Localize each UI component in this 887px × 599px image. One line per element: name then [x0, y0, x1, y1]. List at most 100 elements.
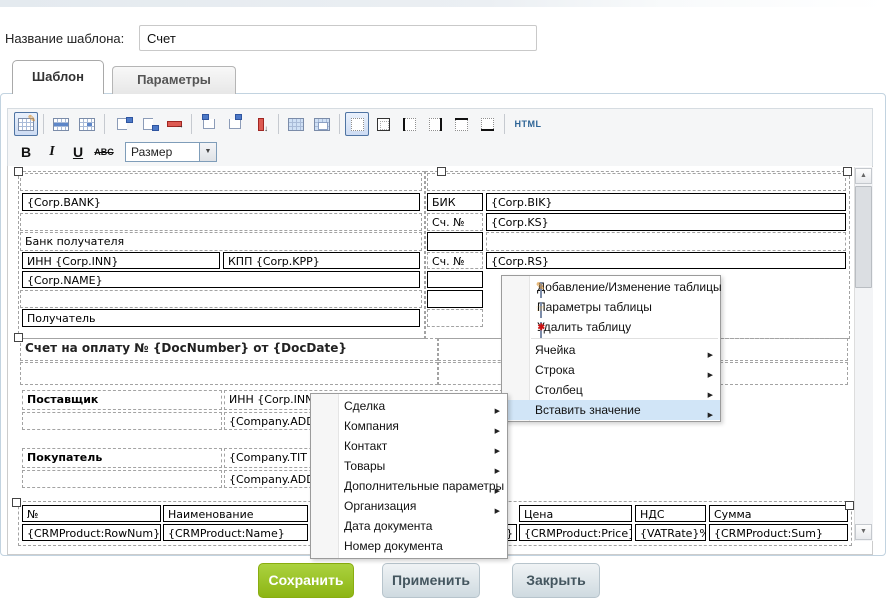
menu-item-additional-params[interactable]: Дополнительные параметры ▶: [311, 476, 507, 496]
menu-item-organization[interactable]: Организация ▶: [311, 496, 507, 516]
borders-outer-button[interactable]: [371, 112, 395, 136]
rs-label-cell[interactable]: Сч. №: [427, 252, 483, 269]
menu-item-label: Вставить значение: [535, 403, 641, 417]
inn-cell[interactable]: ИНН {Corp.INN}: [22, 252, 220, 269]
tab-template[interactable]: Шаблон: [12, 60, 104, 94]
menu-item-delete-table[interactable]: ✱ Удалить таблицу: [502, 317, 720, 337]
product-price-cell[interactable]: {CRMProduct:Price}: [519, 524, 632, 541]
font-size-select[interactable]: Размер ▼: [125, 142, 217, 162]
menu-item-company[interactable]: Компания ▶: [311, 416, 507, 436]
resize-handle[interactable]: [14, 333, 23, 342]
product-sum-cell[interactable]: {CRMProduct:Sum}: [709, 524, 848, 541]
menu-item-table-properties[interactable]: ☞ Параметры таблицы: [502, 297, 720, 317]
row-properties-icon: [53, 118, 69, 131]
col-vat-header-cell[interactable]: НДС: [635, 505, 706, 522]
scroll-up-icon[interactable]: ▲: [855, 168, 872, 184]
empty-cell[interactable]: [20, 290, 422, 308]
invoice-title-cell[interactable]: Счет на оплату № {DocNumber} от {DocDate…: [25, 341, 347, 355]
corp-bik-cell[interactable]: {Corp.BIK}: [486, 193, 846, 211]
border-top-button[interactable]: [449, 112, 473, 136]
table-row-properties-button[interactable]: [49, 112, 73, 136]
buyer-label-cell[interactable]: Покупатель: [22, 448, 222, 468]
insert-edit-table-button[interactable]: ✎: [14, 112, 38, 136]
table-cell-properties-button[interactable]: [75, 112, 99, 136]
corp-name-cell[interactable]: {Corp.NAME}: [22, 271, 420, 288]
empty-cell[interactable]: [20, 362, 438, 385]
col-sum-header-cell[interactable]: Сумма: [709, 505, 848, 522]
resize-handle[interactable]: [845, 501, 854, 510]
empty-cell[interactable]: [20, 173, 422, 191]
empty-cell[interactable]: [427, 290, 483, 308]
menu-item-add-edit-table[interactable]: ✎ Добавление/Изменение таблицы: [502, 277, 720, 297]
save-button[interactable]: Сохранить: [258, 563, 354, 598]
cell-properties-icon: [79, 118, 95, 131]
supplier-label-cell[interactable]: Поставщик: [22, 390, 222, 410]
html-source-button[interactable]: HTML: [510, 112, 546, 136]
menu-item-row[interactable]: Строка ▶: [502, 360, 720, 380]
bank-recipient-cell[interactable]: Банк получателя: [20, 232, 422, 251]
strikethrough-button[interactable]: ABC: [92, 140, 116, 164]
col-name-header-cell[interactable]: Наименование: [163, 505, 308, 522]
borders-none-button[interactable]: [345, 112, 369, 136]
insert-column-after-button[interactable]: [223, 112, 247, 136]
product-vat-cell[interactable]: {VATRate}%: [635, 524, 706, 541]
insert-column-before-button[interactable]: [197, 112, 221, 136]
menu-item-contact[interactable]: Контакт ▶: [311, 436, 507, 456]
menu-item-insert-value[interactable]: Вставить значение ▶: [502, 400, 720, 420]
resize-handle[interactable]: [437, 167, 446, 176]
submenu-arrow-icon: ▶: [708, 406, 713, 426]
menu-item-column[interactable]: Столбец ▶: [502, 380, 720, 400]
corp-rs-cell[interactable]: {Corp.RS}: [486, 252, 846, 269]
border-bottom-button[interactable]: [475, 112, 499, 136]
merge-cells-icon: [314, 118, 330, 131]
apply-button[interactable]: Применить: [382, 563, 480, 598]
col-num-header-cell[interactable]: №: [22, 505, 161, 522]
template-name-input[interactable]: [139, 25, 537, 51]
border-right-button[interactable]: [423, 112, 447, 136]
ks-label-cell[interactable]: Сч. №: [427, 213, 483, 231]
product-name-cell[interactable]: {CRMProduct:Name}: [163, 524, 308, 541]
recipient-cell[interactable]: Получатель: [22, 309, 420, 327]
empty-cell[interactable]: [22, 470, 222, 488]
tab-parameters[interactable]: Параметры: [112, 66, 236, 94]
merge-cells-button[interactable]: [310, 112, 334, 136]
empty-cell[interactable]: [20, 213, 422, 231]
menu-item-cell[interactable]: Ячейка ▶: [502, 340, 720, 360]
product-rownum-cell[interactable]: {CRMProduct:RowNum}: [22, 524, 161, 541]
row-before-icon: [117, 118, 127, 130]
scroll-down-icon[interactable]: ▼: [855, 524, 872, 540]
menu-item-deal[interactable]: Сделка ▶: [311, 396, 507, 416]
italic-button[interactable]: I: [40, 140, 64, 164]
insert-row-before-button[interactable]: [110, 112, 134, 136]
bold-button[interactable]: B: [14, 140, 38, 164]
bik-label-cell[interactable]: БИК: [427, 193, 483, 211]
resize-handle[interactable]: [12, 498, 21, 507]
empty-cell[interactable]: [427, 309, 483, 327]
delete-column-button[interactable]: ↓: [249, 112, 273, 136]
menu-item-document-date[interactable]: Дата документа: [311, 516, 507, 536]
close-button[interactable]: Закрыть: [512, 563, 600, 598]
empty-cell[interactable]: [427, 173, 846, 191]
kpp-cell[interactable]: КПП {Corp.KPP}: [223, 252, 420, 269]
resize-handle[interactable]: [843, 167, 852, 176]
empty-cell[interactable]: [22, 412, 222, 430]
apply-button-label: Применить: [392, 572, 470, 588]
empty-cell[interactable]: [427, 271, 483, 288]
resize-handle[interactable]: [14, 167, 23, 176]
corp-ks-cell[interactable]: {Corp.KS}: [486, 213, 846, 231]
insert-row-after-button[interactable]: [136, 112, 160, 136]
toolbar-separator: [504, 114, 505, 134]
border-left-button[interactable]: [397, 112, 421, 136]
split-cells-button[interactable]: [284, 112, 308, 136]
editor-scrollbar-thumb[interactable]: [855, 186, 872, 288]
menu-item-products[interactable]: Товары ▶: [311, 456, 507, 476]
chevron-down-icon[interactable]: ▼: [199, 143, 216, 161]
delete-row-button[interactable]: →: [162, 112, 186, 136]
menu-item-label: Столбец: [535, 383, 583, 397]
menu-item-document-number[interactable]: Номер документа: [311, 536, 507, 556]
corp-bank-cell[interactable]: {Corp.BANK}: [22, 193, 420, 211]
underline-button[interactable]: U: [66, 140, 90, 164]
empty-cell[interactable]: [427, 232, 483, 251]
empty-cell[interactable]: [486, 232, 846, 251]
col-price-header-cell[interactable]: Цена: [519, 505, 632, 522]
